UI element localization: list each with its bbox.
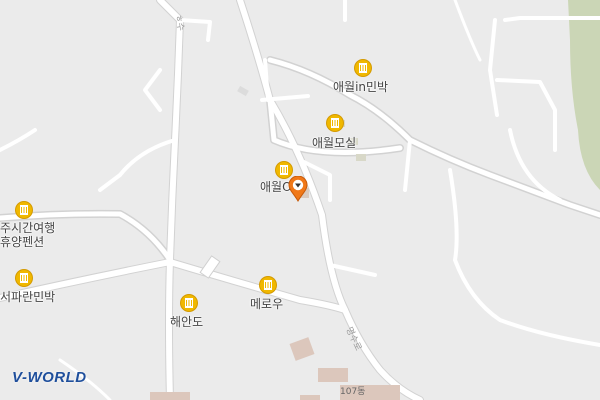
vworld-logo: V-WORLD	[12, 369, 87, 386]
lodging-icon	[181, 295, 197, 311]
road-label: ㅎ수	[172, 13, 186, 32]
green-area	[568, 0, 600, 190]
lodging-icon	[355, 60, 371, 76]
poi-label: 휴양펜션	[0, 235, 45, 249]
map-view[interactable]: ㅎ수 명수로 107동 애월in민박 애월모실 애월O 주시간여행 휴양펜션 서…	[0, 0, 600, 400]
lodging-icon	[16, 270, 32, 286]
poi-label: 해안도	[170, 315, 204, 329]
marker-pin-shape	[288, 175, 308, 203]
poi-label: 애월모실	[312, 136, 357, 150]
building-label: 107동	[340, 387, 366, 397]
lodging-icon	[260, 277, 276, 293]
poi-label: 서파란민박	[0, 290, 56, 304]
poi-label: 애월O	[260, 180, 292, 194]
poi-label: 애월in민박	[333, 80, 389, 94]
lodging-icon	[16, 202, 32, 218]
poi-label: 메로우	[250, 297, 284, 311]
location-marker-icon[interactable]	[288, 175, 308, 203]
lodging-icon	[327, 115, 343, 131]
